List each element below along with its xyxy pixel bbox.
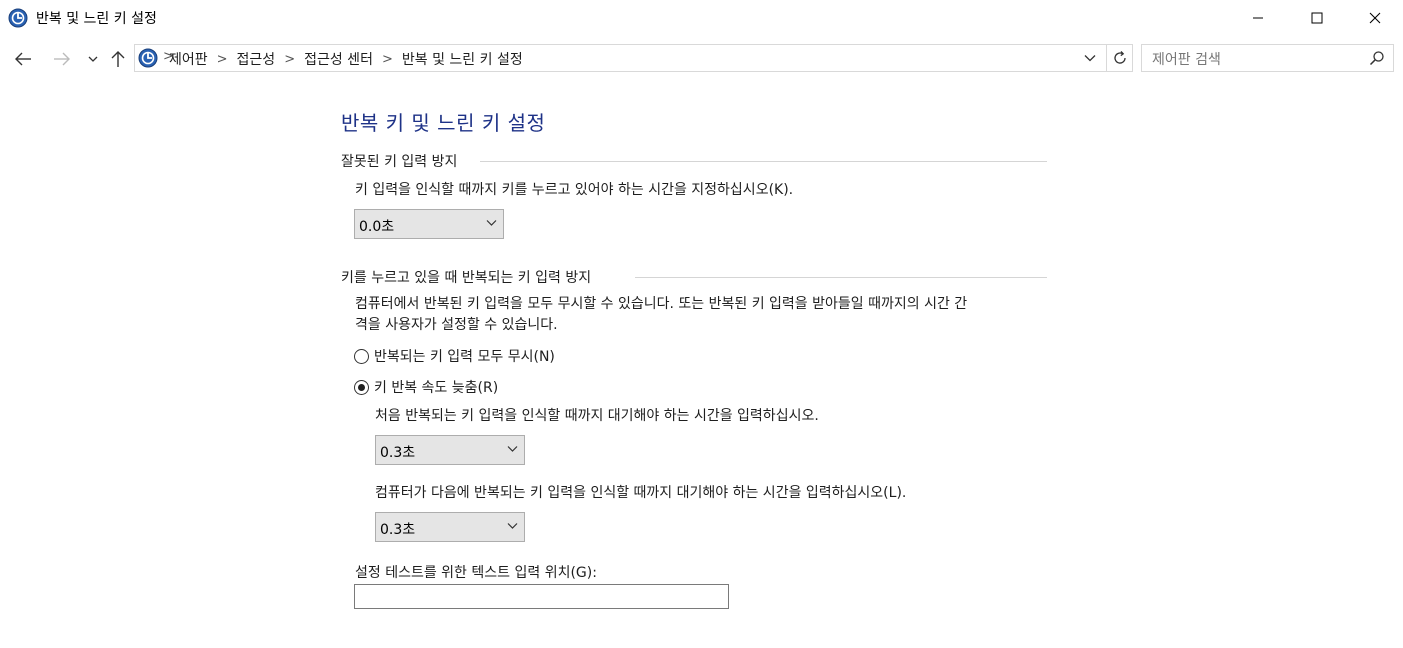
hold-time-select[interactable]: 0.0초 (354, 209, 504, 239)
chevron-down-icon (507, 523, 518, 529)
refresh-button[interactable] (1106, 45, 1132, 71)
address-dropdown-button[interactable] (1078, 45, 1102, 71)
first-repeat-delay-value: 0.3초 (380, 445, 416, 461)
test-text-input[interactable] (354, 584, 729, 609)
page-title: 반복 키 및 느린 키 설정 (341, 111, 546, 135)
breadcrumb-ease-of-access-center[interactable]: 접근성 센터 (304, 49, 373, 69)
breadcrumb-control-panel[interactable]: 제어판 (169, 49, 208, 69)
next-repeat-delay-value: 0.3초 (380, 522, 416, 538)
filter-keys-group-heading: 잘못된 키 입력 방지 (341, 154, 458, 170)
recent-locations-button[interactable] (84, 46, 102, 72)
group-divider (480, 161, 1047, 162)
up-button[interactable] (106, 46, 130, 72)
ignore-repeated-keys-option[interactable]: 반복되는 키 입력 모두 무시(N) (354, 346, 555, 366)
window-title: 반복 및 느린 키 설정 (36, 11, 157, 27)
group-divider (635, 277, 1047, 278)
hold-time-value: 0.0초 (359, 219, 395, 235)
arrow-right-icon (54, 52, 70, 66)
arrow-left-icon (15, 52, 31, 66)
repeat-keys-description-line1: 컴퓨터에서 반복된 키 입력을 모두 무시할 수 있습니다. 또는 반복된 키 … (355, 296, 968, 312)
back-button[interactable] (10, 46, 36, 72)
search-input[interactable]: 제어판 검색 (1152, 49, 1221, 69)
refresh-icon (1113, 51, 1126, 64)
test-input-label: 설정 테스트를 위한 텍스트 입력 위치(G): (355, 565, 597, 581)
title-bar: 반복 및 느린 키 설정 (0, 0, 1403, 36)
breadcrumb-filter-keys[interactable]: 반복 및 느린 키 설정 (402, 49, 523, 69)
first-repeat-delay-label: 처음 반복되는 키 입력을 인식할 때까지 대기해야 하는 시간을 입력하십시오… (375, 408, 819, 424)
minimize-button[interactable] (1229, 0, 1287, 36)
repeat-keys-description-line2: 격을 사용자가 설정할 수 있습니다. (355, 317, 558, 333)
repeat-keys-group-heading: 키를 누르고 있을 때 반복되는 키 입력 방지 (341, 270, 592, 286)
slow-repeat-rate-label[interactable]: 키 반복 속도 늦춤(R) (374, 377, 498, 397)
search-icon[interactable] (1369, 50, 1385, 70)
close-button[interactable] (1346, 0, 1403, 36)
forward-button[interactable] (49, 46, 75, 72)
breadcrumb-separator[interactable]: > (284, 52, 295, 67)
ignore-repeated-keys-radio[interactable] (354, 348, 369, 364)
chevron-down-icon (507, 446, 518, 452)
breadcrumb-accessibility[interactable]: 접근성 (237, 49, 276, 69)
ignore-repeated-keys-label[interactable]: 반복되는 키 입력 모두 무시(N) (374, 346, 555, 366)
control-panel-icon (8, 8, 28, 28)
breadcrumb-separator[interactable]: > (217, 52, 228, 67)
control-panel-icon (138, 48, 158, 68)
chevron-down-icon (88, 56, 98, 62)
breadcrumb-separator[interactable]: > (382, 52, 393, 67)
address-bar[interactable]: > 제어판 > 접근성 > 접근성 센터 > 반복 및 느린 키 설정 (134, 44, 1133, 72)
arrow-up-icon (111, 51, 125, 67)
slow-repeat-rate-option[interactable]: 키 반복 속도 늦춤(R) (354, 377, 498, 397)
close-icon (1369, 12, 1381, 24)
repeat-keys-description: 컴퓨터에서 반복된 키 입력을 모두 무시할 수 있습니다. 또는 반복된 키 … (355, 294, 1075, 336)
breadcrumb: 제어판 > 접근성 > 접근성 센터 > 반복 및 느린 키 설정 (169, 49, 523, 69)
search-box[interactable]: 제어판 검색 (1141, 44, 1394, 72)
next-repeat-delay-label: 컴퓨터가 다음에 반복되는 키 입력을 인식할 때까지 대기해야 하는 시간을 … (375, 485, 907, 501)
chevron-down-icon (1084, 55, 1096, 62)
hold-time-description: 키 입력을 인식할 때까지 키를 누르고 있어야 하는 시간을 지정하십시오(K… (355, 182, 794, 198)
first-repeat-delay-select[interactable]: 0.3초 (375, 435, 525, 465)
maximize-icon (1311, 12, 1323, 24)
minimize-icon (1253, 17, 1263, 19)
slow-repeat-rate-radio[interactable] (354, 379, 369, 395)
next-repeat-delay-select[interactable]: 0.3초 (375, 512, 525, 542)
maximize-button[interactable] (1288, 0, 1346, 36)
chevron-down-icon (486, 220, 497, 226)
